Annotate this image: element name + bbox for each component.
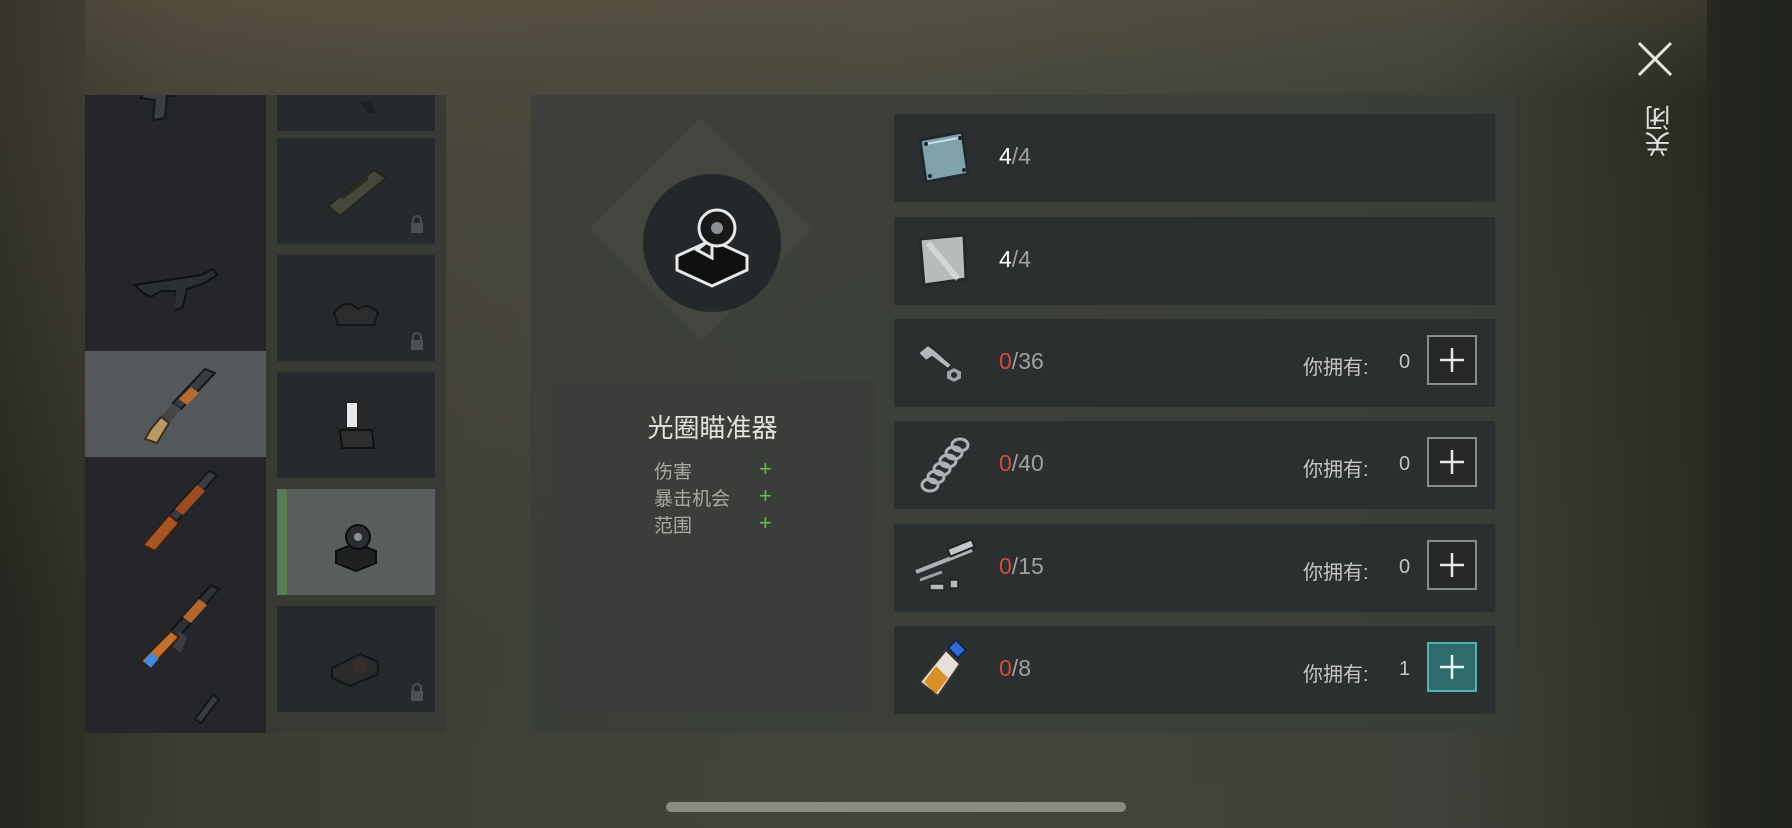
attachment-slot-handguard[interactable] (277, 138, 435, 244)
stat-row-crit: 暴击机会 + (654, 483, 794, 511)
sniper-rifle-icon (193, 693, 220, 725)
steel-sheet-icon (918, 233, 968, 287)
attachment-slot-laser-sight[interactable] (277, 372, 435, 478)
owned-label: 你拥有: (1303, 664, 1369, 686)
stat-label: 暴击机会 (654, 489, 731, 510)
plus-icon (1440, 553, 1464, 577)
smg-icon (132, 267, 218, 319)
selection-arrow (250, 390, 264, 418)
home-indicator[interactable] (666, 802, 1126, 812)
stat-plus: + (759, 483, 772, 508)
attachment-list[interactable] (266, 95, 446, 733)
requirement-row: 0/40 你拥有: 0 (894, 421, 1495, 509)
weapon-list[interactable] (85, 95, 266, 733)
stat-row-damage: 伤害 + (654, 456, 794, 484)
pistol-icon (138, 95, 177, 122)
add-button[interactable] (1427, 437, 1477, 487)
plus-icon (1440, 655, 1464, 679)
glue-icon (918, 638, 968, 698)
owned-count: 0 (1399, 453, 1411, 475)
lock-icon (411, 332, 423, 350)
stat-row-range: 范围 + (654, 510, 794, 538)
requirement-count: 0/8 (999, 655, 1031, 681)
add-button[interactable] (1427, 540, 1477, 590)
metal-plate-icon (918, 130, 970, 184)
close-label[interactable]: 关闭 (1640, 105, 1677, 157)
add-button[interactable] (1427, 642, 1477, 692)
laser-sight-icon (338, 401, 376, 449)
assault-rifle-icon (138, 583, 221, 669)
grip-icon (332, 302, 380, 326)
stat-plus: + (759, 510, 772, 535)
aperture-sight-icon (335, 524, 377, 573)
requirement-count: 4/4 (999, 246, 1031, 272)
weapon-slot-assault-rifle[interactable] (85, 573, 266, 679)
requirement-row: 0/8 你拥有: 1 (894, 626, 1495, 714)
stat-label: 伤害 (654, 462, 693, 483)
weapon-slot-lever-rifle[interactable] (85, 457, 266, 563)
lock-icon (411, 683, 423, 701)
add-button[interactable] (1427, 335, 1477, 385)
lever-rifle-icon (140, 469, 219, 553)
weapon-slot-sniper[interactable] (85, 685, 266, 733)
attachment-slot-top[interactable] (277, 95, 435, 131)
handguard-icon (326, 168, 388, 218)
requirement-count: 0/36 (999, 348, 1044, 374)
owned-label: 你拥有: (1303, 459, 1369, 481)
item-info: 光圈瞄准器 伤害 + 暴击机会 + 范围 + (549, 380, 876, 713)
requirement-count: 0/40 (999, 450, 1044, 476)
item-preview (643, 174, 781, 312)
close-icon[interactable] (1636, 40, 1674, 78)
attachment-slot-aperture-sight[interactable] (277, 489, 435, 595)
item-title: 光圈瞄准器 (647, 413, 778, 443)
stat-plus: + (759, 456, 772, 481)
owned-label: 你拥有: (1303, 357, 1369, 379)
plus-icon (1440, 450, 1464, 474)
requirement-row: 4/4 (894, 114, 1495, 202)
weapon-slot-pistol[interactable] (85, 95, 266, 146)
attachment-partial-icon (360, 101, 376, 113)
attachment-slot-grip[interactable] (277, 255, 435, 361)
requirement-row: 0/36 你拥有: 0 (894, 319, 1495, 407)
red-dot-sight-icon (331, 652, 379, 688)
plus-icon (1440, 348, 1464, 372)
owned-count: 0 (1399, 556, 1411, 578)
requirement-count: 0/15 (999, 553, 1044, 579)
weapon-slot-smg[interactable] (85, 237, 266, 343)
spring-icon (920, 437, 970, 493)
requirement-count: 4/4 (999, 143, 1031, 169)
attachment-slot-red-dot[interactable] (277, 606, 435, 712)
owned-label: 你拥有: (1303, 562, 1369, 584)
shotgun-icon (143, 367, 217, 445)
owned-count: 0 (1399, 351, 1411, 373)
aperture-sight-icon (675, 208, 749, 288)
requirement-row: 4/4 (894, 217, 1495, 305)
bolts-nuts-icon (916, 343, 963, 385)
weapon-slot-shotgun[interactable] (85, 351, 266, 457)
selected-indicator (277, 489, 287, 595)
lock-icon (411, 215, 423, 233)
stat-label: 范围 (654, 516, 693, 537)
requirement-row: 0/15 你拥有: 0 (894, 524, 1495, 612)
weapon-parts-icon (915, 538, 976, 591)
owned-count: 1 (1399, 658, 1411, 680)
